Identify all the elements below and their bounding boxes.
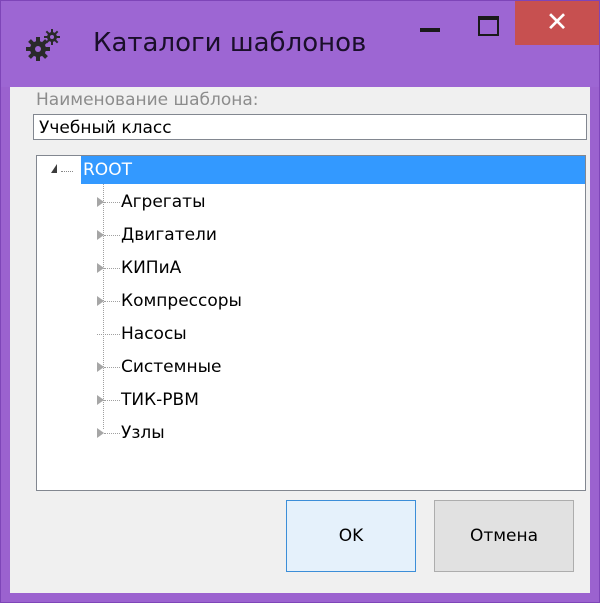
expand-arrow-icon[interactable] bbox=[97, 395, 104, 405]
title-bar[interactable]: Каталоги шаблонов ✕ bbox=[1, 1, 599, 87]
tree-connector bbox=[104, 235, 120, 236]
window-title: Каталоги шаблонов bbox=[93, 28, 367, 58]
catalog-tree[interactable]: ROOT Агрегаты Двигатели КИПиА Компрессор… bbox=[36, 155, 586, 491]
tree-item-label[interactable]: Компрессоры bbox=[121, 285, 242, 318]
expand-arrow-icon[interactable] bbox=[97, 230, 104, 240]
tree-item-tik-rvm[interactable]: ТИК-РВМ bbox=[37, 384, 585, 417]
template-name-label: Наименование шаблона: bbox=[36, 90, 259, 110]
tree-item-sistemnye[interactable]: Системные bbox=[37, 351, 585, 384]
close-button[interactable]: ✕ bbox=[515, 1, 599, 45]
tree-item-label[interactable]: Системные bbox=[121, 351, 221, 384]
dialog-window: Каталоги шаблонов ✕ Наименование шаблона… bbox=[0, 0, 600, 603]
dialog-body: Наименование шаблона: Учебный класс ROOT… bbox=[10, 87, 590, 593]
gears-icon bbox=[23, 27, 63, 63]
tree-item-nasosy[interactable]: Насосы bbox=[37, 318, 585, 351]
collapse-arrow-icon[interactable] bbox=[51, 164, 57, 173]
tree-item-label[interactable]: Узлы bbox=[121, 417, 165, 450]
cancel-button[interactable]: Отмена bbox=[434, 500, 574, 572]
expand-arrow-icon[interactable] bbox=[97, 296, 104, 306]
tree-connector bbox=[104, 268, 120, 269]
tree-connector bbox=[61, 171, 73, 172]
tree-root-node[interactable]: ROOT bbox=[37, 156, 585, 186]
template-name-input[interactable]: Учебный класс bbox=[33, 114, 587, 140]
close-icon: ✕ bbox=[545, 7, 569, 38]
tree-item-label[interactable]: Агрегаты bbox=[121, 186, 206, 219]
minimize-icon bbox=[420, 28, 440, 32]
tree-connector bbox=[104, 400, 120, 401]
expand-arrow-icon[interactable] bbox=[97, 263, 104, 273]
expand-arrow-icon[interactable] bbox=[97, 197, 104, 207]
expand-arrow-icon[interactable] bbox=[97, 362, 104, 372]
tree-item-label[interactable]: Насосы bbox=[121, 318, 187, 351]
tree-item-kipia[interactable]: КИПиА bbox=[37, 252, 585, 285]
tree-item-label[interactable]: КИПиА bbox=[121, 252, 181, 285]
tree-item-uzly[interactable]: Узлы bbox=[37, 417, 585, 450]
tree-connector bbox=[97, 334, 120, 335]
tree-connector bbox=[104, 367, 120, 368]
minimize-button[interactable] bbox=[404, 1, 456, 45]
maximize-button[interactable] bbox=[460, 1, 512, 45]
tree-item-dvigateli[interactable]: Двигатели bbox=[37, 219, 585, 252]
tree-connector bbox=[104, 301, 120, 302]
expand-arrow-icon[interactable] bbox=[97, 428, 104, 438]
maximize-icon bbox=[478, 16, 499, 36]
tree-connector bbox=[104, 202, 120, 203]
tree-item-label[interactable]: Двигатели bbox=[121, 219, 217, 252]
tree-item-label[interactable]: ТИК-РВМ bbox=[121, 384, 199, 417]
tree-item-kompressory[interactable]: Компрессоры bbox=[37, 285, 585, 318]
tree-connector bbox=[104, 433, 120, 434]
ok-button[interactable]: OK bbox=[286, 500, 416, 572]
tree-root-label[interactable]: ROOT bbox=[81, 156, 585, 184]
tree-item-agregaty[interactable]: Агрегаты bbox=[37, 186, 585, 219]
